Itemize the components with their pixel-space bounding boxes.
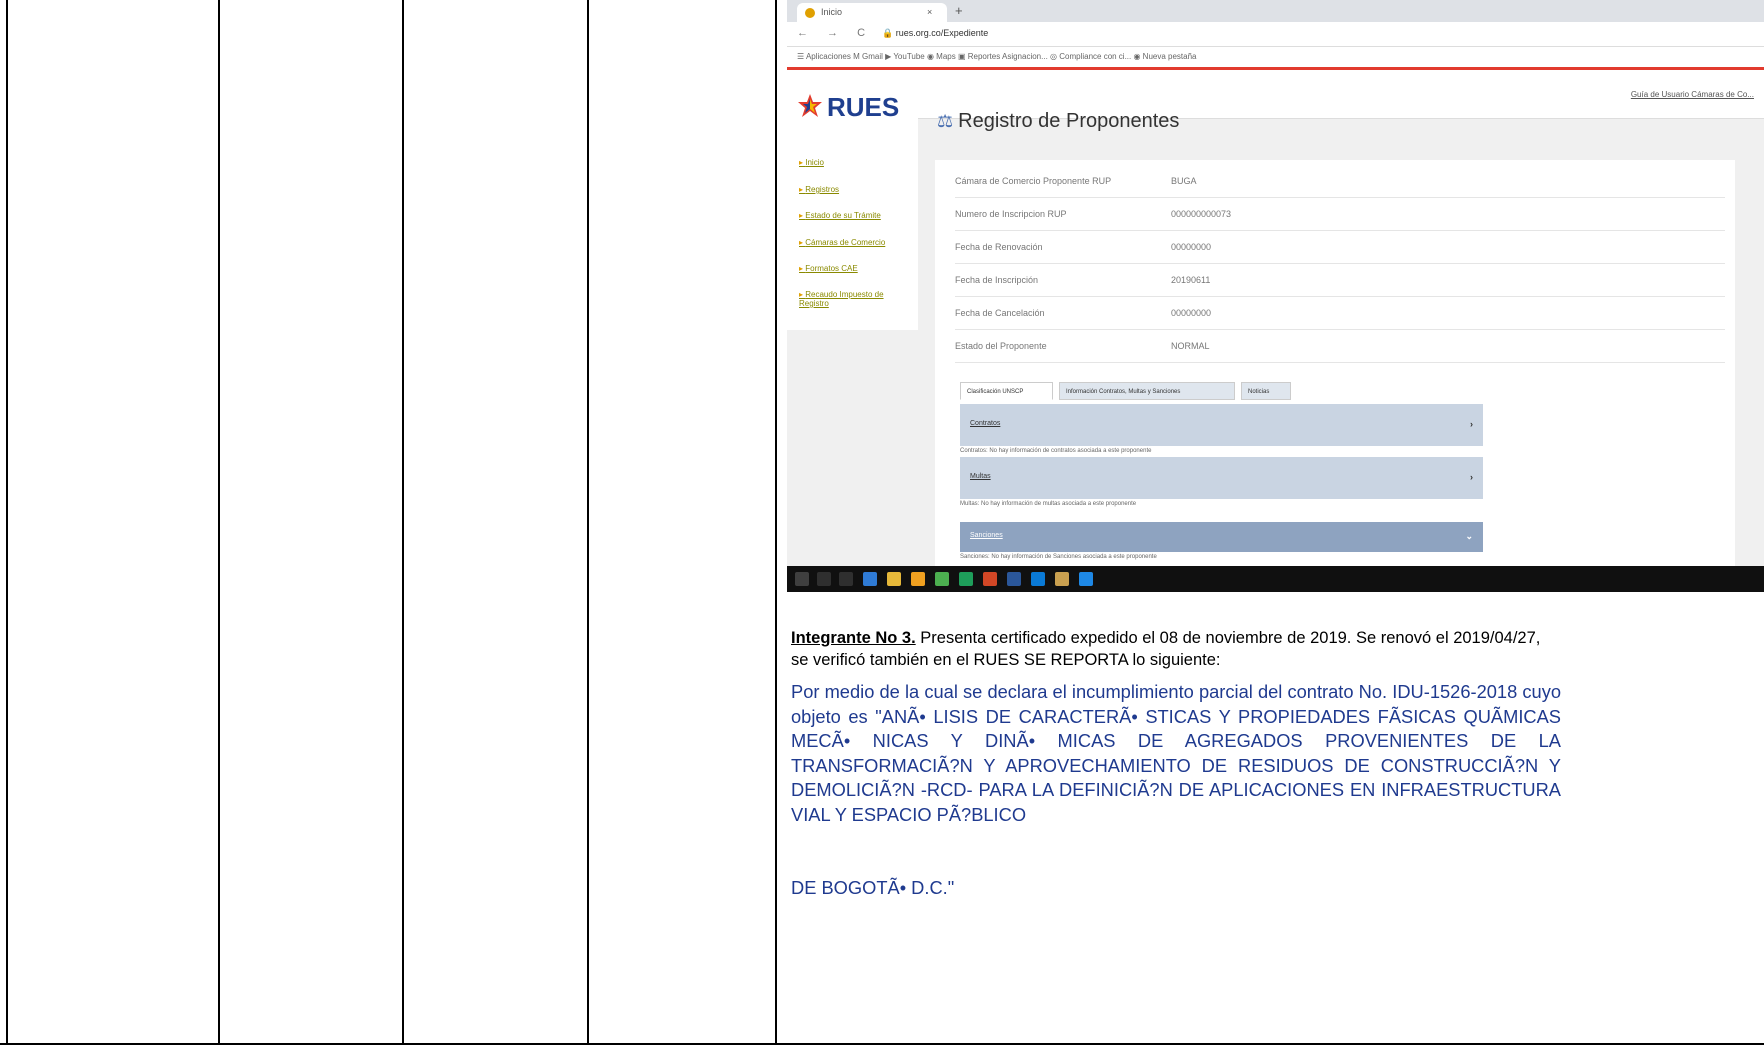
word-icon[interactable] xyxy=(1007,572,1021,586)
edge-icon[interactable] xyxy=(863,572,877,586)
field-row: Fecha de Renovación 00000000 xyxy=(955,230,1725,264)
browser-tab[interactable]: Inicio × xyxy=(797,3,947,22)
bookmarks-bar: ☰ Aplicaciones M Gmail ▶ YouTube ◉ Maps … xyxy=(787,47,1764,70)
windows-taskbar xyxy=(787,566,1764,592)
page-title: ⚖ Registro de Proponentes xyxy=(937,110,1180,132)
table-column-4 xyxy=(587,0,777,1043)
rues-logo[interactable]: RUES xyxy=(797,90,899,123)
table-column-3 xyxy=(402,0,589,1043)
chevron-right-icon: › xyxy=(1470,472,1473,482)
start-icon[interactable] xyxy=(795,572,809,586)
bookmark-items[interactable]: ☰ Aplicaciones M Gmail ▶ YouTube ◉ Maps … xyxy=(797,52,1197,61)
rues-screenshot: Inicio × + ← → C 🔒 rues.org.co/Expedient… xyxy=(787,0,1764,592)
sidebar-link-inicio[interactable]: Inicio xyxy=(799,158,824,167)
section-header[interactable]: Contratos › xyxy=(960,404,1483,446)
table-bottom-border xyxy=(0,1043,1764,1045)
favicon-icon xyxy=(805,8,815,18)
tab-close-icon[interactable]: × xyxy=(927,7,932,17)
sidebar-link-formatos[interactable]: Formatos CAE xyxy=(799,264,857,273)
sidebar-link-camaras[interactable]: Cámaras de Comercio xyxy=(799,238,885,247)
logo-text: RUES xyxy=(827,92,900,122)
section-body: Sanciones: No hay información de Sancion… xyxy=(960,552,1483,563)
sidebar-link-estado[interactable]: Estado de su Trámite xyxy=(799,211,881,220)
proponent-card: Cámara de Comercio Proponente RUP BUGA Nu… xyxy=(935,160,1735,570)
search-icon[interactable] xyxy=(817,572,831,586)
table-column-2 xyxy=(218,0,404,1043)
field-row: Numero de Inscripcion RUP 000000000073 xyxy=(955,197,1725,231)
explorer-icon[interactable] xyxy=(887,572,901,586)
field-row: Cámara de Comercio Proponente RUP BUGA xyxy=(955,164,1725,198)
browser-tab-bar: Inicio × + xyxy=(787,0,1764,22)
chrome-icon[interactable] xyxy=(935,572,949,586)
tab-title: Inicio xyxy=(821,7,843,17)
section-sanciones: Sanciones ⌄ Sanciones: No hay información… xyxy=(960,522,1483,563)
proponentes-icon: ⚖ xyxy=(937,111,959,131)
app-icon[interactable] xyxy=(911,572,925,586)
skype-icon[interactable] xyxy=(1031,572,1045,586)
caption-paragraph: Integrante No 3. Presenta certificado ex… xyxy=(791,627,1561,671)
new-tab-button[interactable]: + xyxy=(955,3,963,18)
section-contratos: Contratos › Contratos: No hay información… xyxy=(960,404,1483,457)
chevron-right-icon: › xyxy=(1470,419,1473,429)
section-header[interactable]: Sanciones ⌄ xyxy=(960,522,1483,552)
section-header[interactable]: Multas › xyxy=(960,457,1483,499)
ie-icon[interactable] xyxy=(1079,572,1093,586)
section-body: Multas: No hay información de multas aso… xyxy=(960,499,1483,510)
tab-noticias[interactable]: Noticias xyxy=(1241,382,1291,400)
section-body: Contratos: No hay información de contrat… xyxy=(960,446,1483,457)
sidebar-link-recaudo[interactable]: Recaudo Impuesto de Registro xyxy=(799,290,909,308)
quoted-resolution: Por medio de la cual se declara el incum… xyxy=(791,681,1561,825)
section-multas: Multas › Multas: No hay información de mu… xyxy=(960,457,1483,510)
excel-icon[interactable] xyxy=(959,572,973,586)
header-links[interactable]: Guía de Usuario Cámaras de Co... xyxy=(1631,90,1754,99)
table-column-1 xyxy=(6,0,220,1043)
task-view-icon[interactable] xyxy=(839,572,853,586)
rues-star-icon xyxy=(798,94,822,117)
url-field[interactable]: 🔒 rues.org.co/Expediente xyxy=(882,28,988,39)
address-bar: ← → C 🔒 rues.org.co/Expediente xyxy=(787,22,1764,47)
rues-sidebar: RUES Inicio Registros Estado de su Trámi… xyxy=(787,70,918,330)
powerpoint-icon[interactable] xyxy=(983,572,997,586)
member-label: Integrante No 3. xyxy=(791,629,916,647)
sidebar-link-registros[interactable]: Registros xyxy=(799,185,839,194)
app2-icon[interactable] xyxy=(1055,572,1069,586)
field-row: Fecha de Cancelación 00000000 xyxy=(955,296,1725,330)
nav-controls[interactable]: ← → C xyxy=(797,27,873,39)
quoted-resolution-end: DE BOGOTÃ• D.C." xyxy=(791,877,955,898)
field-row: Estado del Proponente NORMAL xyxy=(955,329,1725,363)
tab-contratos-multas[interactable]: Información Contratos, Multas y Sancione… xyxy=(1059,382,1235,400)
field-row: Fecha de Inscripción 20190611 xyxy=(955,263,1725,297)
tab-clasificacion[interactable]: Clasificación UNSCP xyxy=(960,382,1053,400)
chevron-down-icon: ⌄ xyxy=(1465,531,1473,541)
